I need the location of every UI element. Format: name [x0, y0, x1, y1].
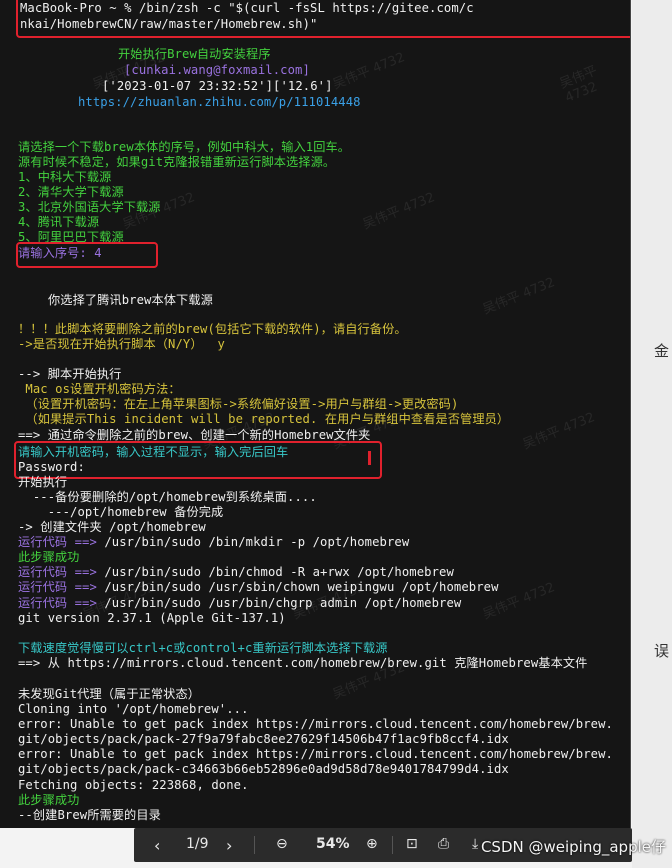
page-indicator[interactable]: 1/9 — [186, 836, 209, 852]
output-line: Fetching objects: 223868, done. — [18, 778, 249, 792]
intro-date: ['2023-01-07 23:32:52']['12.6'] — [102, 79, 333, 93]
exec-line: -> 创建文件夹 /opt/homebrew — [18, 520, 206, 534]
watermark: 吴伟平 4732 — [360, 190, 438, 233]
highlight-box — [14, 441, 382, 479]
zoom-level[interactable]: 54% — [316, 836, 350, 852]
output-line: 未发现Git代理（属于正常状态） — [18, 687, 201, 701]
chevron-left-icon[interactable]: ‹ — [154, 836, 160, 855]
run-start-line: --> 脚本开始执行 — [18, 367, 122, 381]
warning-line: ！！！此脚本将要删除之前的brew(包括它下载的软件)，请自行备份。 — [18, 322, 407, 336]
command-row: 运行代码 ==> /usr/bin/sudo /usr/bin/chgrp ad… — [18, 595, 461, 611]
password-help-line: Mac os设置开机密码方法： — [18, 382, 181, 396]
source-option: 4、腾讯下载源 — [18, 215, 100, 229]
terminal-window: 吴伟平 4732 吴伟平 4732 吴伟平 4732 吴伟平 4732 吴伟平 … — [0, 0, 631, 828]
background-page: 金 误 — [632, 0, 672, 868]
command-row: 运行代码 ==> /usr/bin/sudo /bin/chmod -R a+r… — [18, 564, 454, 580]
page-fragment: 误 — [653, 642, 669, 660]
git-version-line: git version 2.37.1 (Apple Git-137.1) — [18, 611, 286, 625]
password-help-line: （如果提示This incident will be reported. 在用户… — [18, 412, 510, 426]
zoom-in-icon[interactable]: ⊕ — [366, 836, 378, 852]
command-text: /usr/bin/sudo /bin/chmod -R a+rwx /opt/h… — [96, 565, 454, 579]
source-prompt-line: 请选择一个下载brew本体的序号，例如中科大，输入1回车。 — [18, 140, 351, 154]
highlight-box — [16, 242, 158, 268]
output-line: --创建Brew所需要的目录 — [18, 808, 161, 822]
intro-title: 开始执行Brew自动安装程序 — [118, 47, 271, 61]
command-row: 运行代码 ==> /usr/bin/sudo /bin/mkdir -p /op… — [18, 534, 409, 550]
command-text: /usr/bin/sudo /bin/mkdir -p /opt/homebre… — [96, 535, 410, 549]
watermark: 吴伟平 4732 — [330, 50, 408, 93]
source-option: 3、北京外国语大学下载源 — [18, 200, 161, 214]
intro-email: [cunkai.wang@foxmail.com] — [124, 63, 310, 77]
chosen-source-line: 你选择了腾讯brew本体下载源 — [48, 293, 213, 307]
command-text: /usr/bin/sudo /usr/sbin/chown weipingwu … — [96, 580, 499, 594]
error-line: error: Unable to get pack index https://… — [18, 717, 613, 731]
success-line: 此步骤成功 — [18, 550, 80, 564]
command-prefix: 运行代码 ==> — [18, 580, 97, 594]
chevron-right-icon[interactable]: › — [226, 836, 232, 855]
source-option: 1、中科大下载源 — [18, 170, 112, 184]
page-fragment: 金 — [653, 342, 669, 360]
intro-link: https://zhuanlan.zhihu.com/p/111014448 — [78, 95, 361, 109]
zoom-out-icon[interactable]: ⊖ — [276, 836, 288, 852]
source-option: 2、清华大学下载源 — [18, 185, 124, 199]
error-line: git/objects/pack/pack-c34663b66eb52896e0… — [18, 762, 509, 776]
print-icon[interactable]: ⎙ — [438, 836, 449, 852]
command-prefix: 运行代码 ==> — [18, 596, 97, 610]
command-prefix: 运行代码 ==> — [18, 565, 97, 579]
clone-from-line: ==> 从 https://mirrors.cloud.tencent.com/… — [18, 656, 588, 670]
csdn-credit: CSDN @weiping_apple仔 — [480, 838, 666, 856]
exec-line: 开始执行 — [18, 475, 68, 489]
watermark: 吴伟平 4732 — [557, 63, 600, 106]
command-row: 运行代码 ==> /usr/bin/sudo /usr/sbin/chown w… — [18, 579, 499, 595]
exec-line: ---/opt/homebrew 备份完成 — [18, 505, 224, 519]
divider — [254, 836, 255, 854]
slow-hint-line: 下载速度觉得慢可以ctrl+c或control+c重新运行脚本选择下载源 — [18, 641, 388, 655]
command-text: /usr/bin/sudo /usr/bin/chgrp admin /opt/… — [96, 596, 462, 610]
watermark: 吴伟平 4732 — [480, 275, 558, 318]
download-icon[interactable]: ⤓ — [472, 836, 478, 852]
error-line: error: Unable to get pack index https://… — [18, 747, 613, 761]
error-line: git/objects/pack/pack-27f9a79fabc8ee2762… — [18, 732, 509, 746]
exec-line: ---备份要删除的/opt/homebrew到系统桌面.... — [18, 490, 317, 504]
cursor — [368, 451, 371, 465]
highlight-box — [16, 0, 630, 38]
source-prompt-line: 源有时候不稳定，如果git克隆报错重新运行脚本选择源。 — [18, 155, 336, 169]
confirm-line: ->是否现在开始执行脚本（N/Y） y — [18, 337, 225, 351]
success-line: 此步骤成功 — [18, 793, 80, 807]
output-line: Cloning into '/opt/homebrew'... — [18, 702, 249, 716]
fit-page-icon[interactable]: ⊡ — [406, 836, 418, 852]
password-help-line: （设置开机密码：在左上角苹果图标->系统偏好设置->用户与群组->更改密码) — [18, 397, 459, 411]
divider — [392, 836, 393, 854]
watermark: 吴伟平 4732 — [520, 410, 598, 453]
command-prefix: 运行代码 ==> — [18, 535, 97, 549]
